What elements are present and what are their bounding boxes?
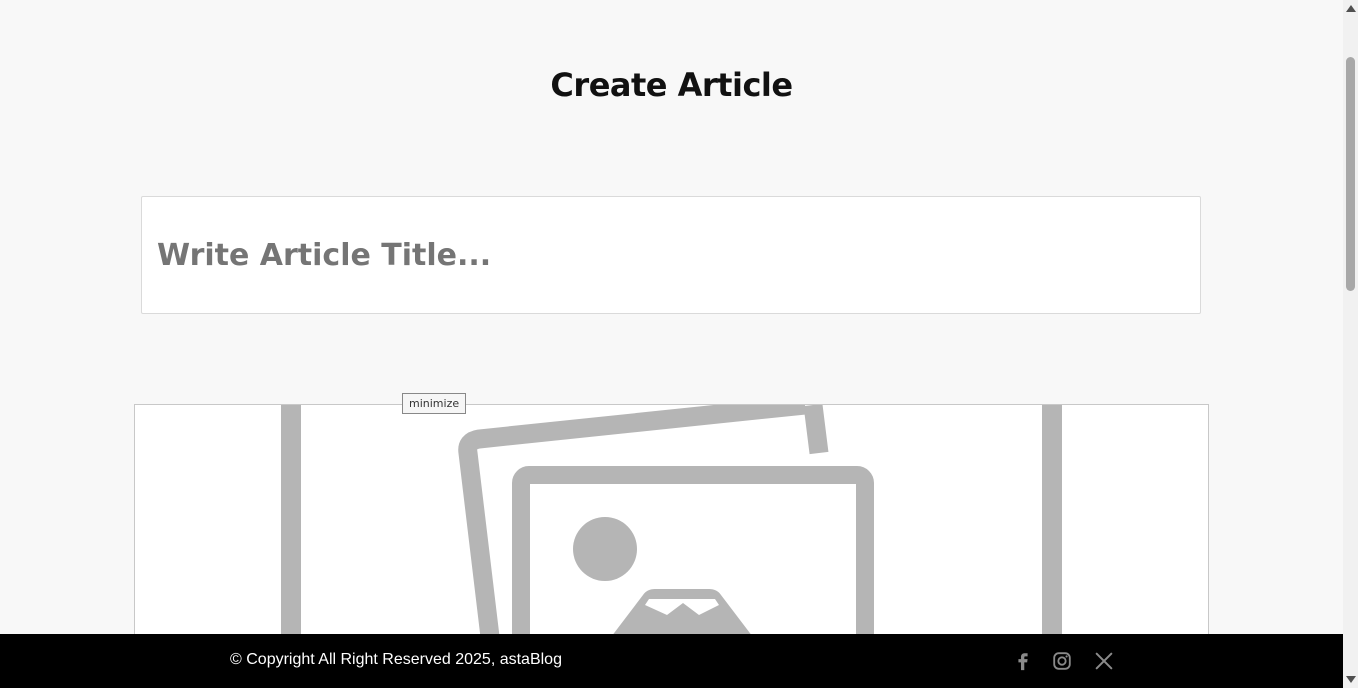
facebook-icon[interactable] — [1012, 650, 1034, 672]
copyright-text: © Copyright All Right Reserved 2025, ast… — [230, 651, 562, 668]
article-title-field[interactable] — [141, 196, 1201, 314]
scroll-up-arrow-icon[interactable] — [1346, 5, 1356, 12]
vertical-scrollbar[interactable] — [1343, 0, 1358, 688]
page-title: Create Article — [550, 66, 793, 104]
image-placeholder-icon — [281, 405, 1062, 643]
x-twitter-icon[interactable] — [1093, 650, 1115, 672]
scroll-down-arrow-icon[interactable] — [1346, 676, 1356, 683]
scroll-thumb[interactable] — [1346, 57, 1355, 291]
article-title-input[interactable] — [142, 197, 1200, 313]
instagram-icon[interactable] — [1051, 650, 1073, 672]
create-article-page: Create Article minimize © Copyright All … — [0, 0, 1343, 688]
image-upload-area[interactable] — [134, 404, 1209, 644]
site-footer: © Copyright All Right Reserved 2025, ast… — [0, 634, 1343, 688]
minimize-tooltip: minimize — [402, 393, 467, 414]
